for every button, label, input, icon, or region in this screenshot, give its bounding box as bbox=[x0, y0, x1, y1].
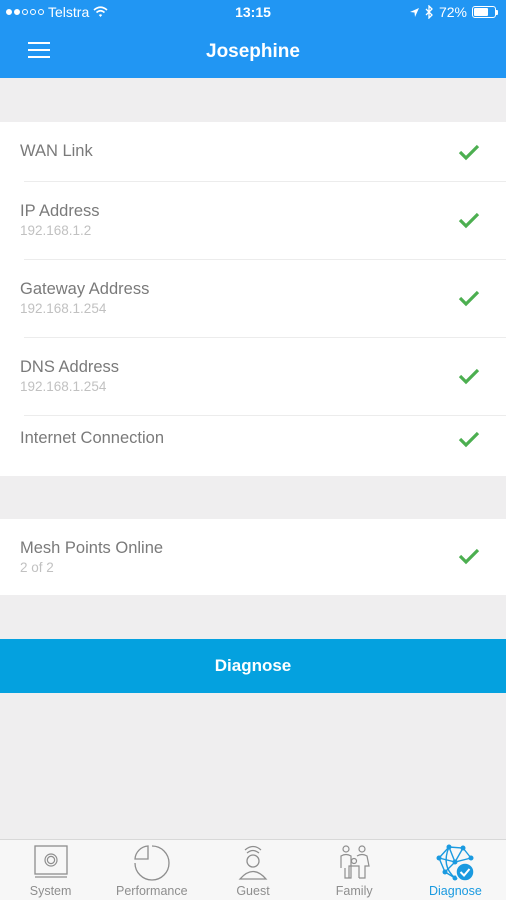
tab-system[interactable]: System bbox=[0, 840, 101, 900]
check-title: Mesh Points Online bbox=[20, 539, 164, 557]
check-row-mesh-points[interactable]: Mesh Points Online 2 of 2 bbox=[0, 519, 506, 595]
app-header: Telstra 13:15 72% Josephine bbox=[0, 0, 506, 78]
check-row-ip-address[interactable]: IP Address 192.168.1.2 bbox=[0, 182, 506, 260]
battery-percent: 72% bbox=[438, 4, 467, 20]
check-value: 2 of 2 bbox=[20, 560, 54, 575]
check-row-internet-connection[interactable]: Internet Connection bbox=[0, 416, 506, 476]
diagnose-button[interactable]: Diagnose bbox=[0, 639, 506, 693]
diagnose-icon bbox=[436, 844, 476, 882]
tab-label: Diagnose bbox=[429, 884, 482, 898]
bluetooth-icon bbox=[425, 5, 433, 19]
tab-family[interactable]: Family bbox=[304, 840, 405, 900]
checkmark-icon bbox=[458, 368, 480, 385]
tab-label: Family bbox=[335, 884, 373, 898]
tab-label: System bbox=[29, 884, 72, 898]
checkmark-icon bbox=[458, 212, 480, 229]
checkmark-icon bbox=[458, 431, 480, 448]
tab-bar: System Performance Guest Family Diagnose bbox=[0, 839, 506, 900]
nav-bar: Josephine bbox=[0, 26, 506, 78]
check-title: WAN Link bbox=[20, 142, 93, 160]
network-checks-list: WAN Link IP Address 192.168.1.2 Gateway … bbox=[0, 122, 506, 476]
check-row-gateway-address[interactable]: Gateway Address 192.168.1.254 bbox=[0, 260, 506, 338]
checkmark-icon bbox=[458, 290, 480, 307]
mesh-section: Mesh Points Online 2 of 2 bbox=[0, 519, 506, 595]
checkmark-icon bbox=[458, 144, 480, 161]
family-icon bbox=[340, 845, 370, 879]
tab-guest[interactable]: Guest bbox=[202, 840, 303, 900]
performance-icon bbox=[134, 845, 170, 881]
tab-diagnose[interactable]: Diagnose bbox=[405, 840, 506, 900]
check-row-wan-link[interactable]: WAN Link bbox=[0, 122, 506, 182]
check-title: DNS Address bbox=[20, 358, 120, 376]
tab-label: Guest bbox=[236, 884, 270, 898]
checkmark-icon bbox=[458, 548, 480, 565]
tab-label: Performance bbox=[116, 884, 188, 898]
battery-icon bbox=[472, 6, 498, 18]
check-title: IP Address bbox=[20, 202, 100, 220]
check-value: 192.168.1.254 bbox=[20, 301, 107, 316]
status-bar: Telstra 13:15 72% bbox=[0, 0, 506, 26]
location-arrow-icon bbox=[409, 7, 419, 17]
system-icon bbox=[33, 845, 68, 878]
tab-performance[interactable]: Performance bbox=[101, 840, 202, 900]
battery-level bbox=[474, 8, 489, 16]
guest-icon bbox=[238, 845, 268, 880]
check-title: Gateway Address bbox=[20, 280, 150, 298]
page-title: Josephine bbox=[206, 41, 300, 62]
check-value: 192.168.1.254 bbox=[20, 379, 107, 394]
check-value: 192.168.1.2 bbox=[20, 223, 92, 238]
check-row-dns-address[interactable]: DNS Address 192.168.1.254 bbox=[0, 338, 506, 416]
check-title: Internet Connection bbox=[20, 429, 165, 447]
